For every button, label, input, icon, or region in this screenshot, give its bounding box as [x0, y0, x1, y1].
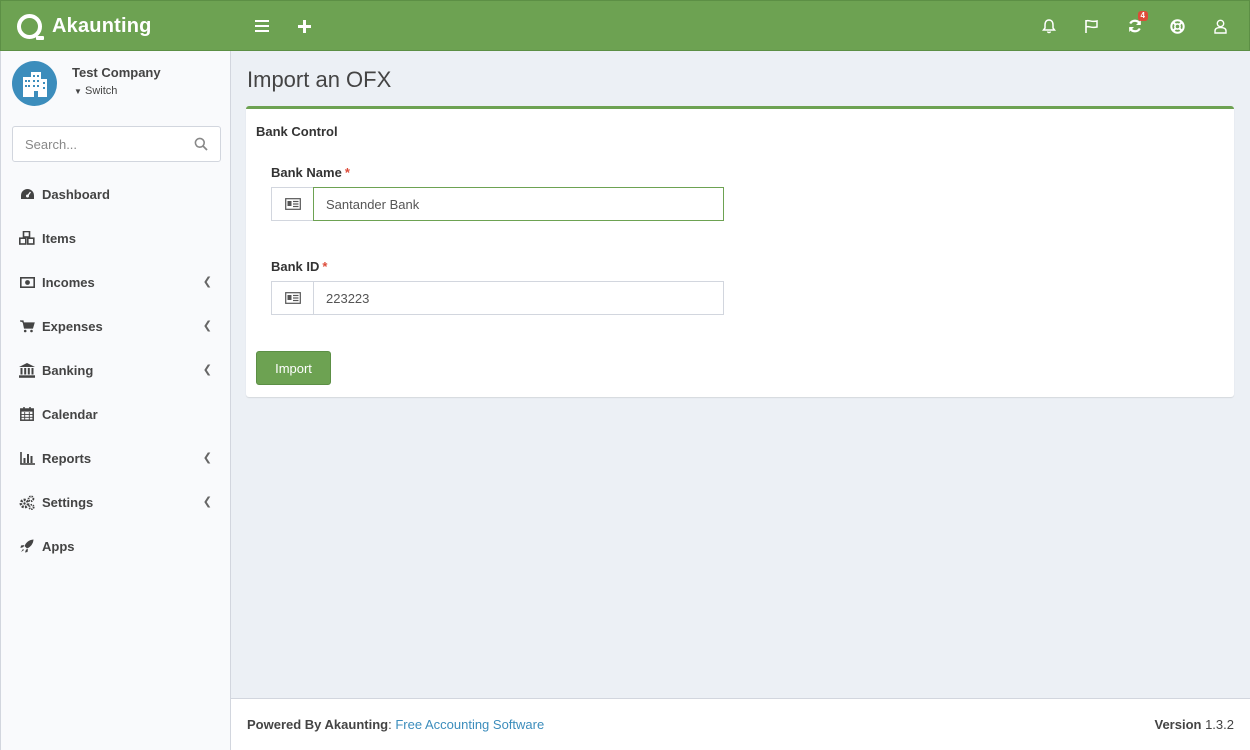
user-icon — [1214, 19, 1227, 34]
switch-label: Switch — [84, 85, 118, 97]
sidebar-item-label: Expenses — [42, 318, 103, 334]
footer-version: Version 1.3.2 — [1154, 717, 1234, 732]
sidebar-item-label: Calendar — [42, 406, 98, 422]
company-switch-link[interactable]: ▼ Switch — [74, 85, 161, 97]
company-avatar — [12, 61, 57, 106]
bank-name-input[interactable] — [313, 187, 724, 221]
sidebar-item-incomes[interactable]: Incomes ❮ — [1, 260, 230, 304]
bank-name-label: Bank Name * — [271, 165, 724, 180]
life-ring-icon — [1170, 18, 1185, 34]
bank-name-group: Bank Name * — [271, 165, 724, 221]
akaunting-logo-icon — [17, 13, 42, 39]
id-card-icon — [271, 281, 313, 315]
sidebar-item-label: Incomes — [42, 274, 95, 290]
bank-id-input[interactable] — [313, 281, 724, 315]
refresh-icon — [1128, 19, 1141, 33]
sidebar-item-label: Settings — [42, 494, 94, 510]
chevron-left-icon: ❮ — [202, 364, 212, 376]
bar-chart-icon — [19, 450, 35, 466]
sidebar-search — [12, 126, 221, 162]
bank-id-label-text: Bank ID — [271, 259, 320, 274]
dashboard-icon — [19, 186, 35, 202]
content-wrapper: Import an OFX Bank Control Bank Name* Ba… — [231, 51, 1250, 698]
id-card-icon — [271, 187, 313, 221]
bank-name-label-text: Bank Name — [271, 165, 342, 180]
chevron-left-icon: ❮ — [202, 452, 212, 464]
bell-icon — [1041, 18, 1056, 33]
sidebar-menu: Dashboard Items Incomes ❮ Expenses ❮ Ban… — [1, 172, 230, 568]
chevron-left-icon: ❮ — [202, 320, 212, 332]
caret-down-icon: ▼ — [74, 87, 82, 96]
plus-icon — [297, 19, 311, 33]
building-icon — [22, 71, 47, 97]
sidebar-item-dashboard[interactable]: Dashboard — [1, 172, 230, 216]
sidebar-item-reports[interactable]: Reports ❮ — [1, 436, 230, 480]
add-new-button[interactable] — [283, 1, 325, 51]
version-number: 1.3.2 — [1205, 717, 1234, 732]
sidebar-item-label: Reports — [42, 450, 92, 466]
sidebar-item-label: Items — [42, 230, 76, 246]
gears-icon — [19, 494, 35, 510]
company-name: Test Company — [72, 65, 161, 80]
sidebar-item-settings[interactable]: Settings ❮ — [1, 480, 230, 524]
required-marker: * — [344, 165, 350, 180]
updates-badge: 4 — [1137, 11, 1148, 21]
free-accounting-software-link[interactable]: Free Accounting Software — [395, 717, 544, 732]
search-icon[interactable] — [194, 137, 208, 154]
updates-button[interactable]: 4 — [1113, 1, 1156, 51]
footer: Powered By Akaunting: Free Accounting So… — [231, 698, 1250, 750]
sidebar-item-items[interactable]: Items — [1, 216, 230, 260]
sidebar-item-expenses[interactable]: Expenses ❮ — [1, 304, 230, 348]
cubes-icon — [19, 230, 35, 246]
import-button[interactable]: Import — [256, 351, 331, 385]
shopping-cart-icon — [19, 318, 35, 334]
sidebar-toggle-button[interactable] — [241, 1, 283, 51]
sidebar-item-apps[interactable]: Apps — [1, 524, 230, 568]
user-menu-button[interactable] — [1199, 1, 1242, 51]
bank-id-label: Bank ID * — [271, 259, 724, 274]
menu-icon — [255, 20, 269, 32]
sidebar-item-label: Banking — [42, 362, 94, 378]
company-panel: Test Company ▼ Switch — [12, 61, 161, 106]
bank-id-group: Bank ID * — [271, 259, 724, 315]
flag-icon — [1085, 19, 1098, 33]
version-label: Version — [1154, 717, 1202, 732]
box-title: Bank Control — [256, 124, 338, 139]
sidebar-item-calendar[interactable]: Calendar — [1, 392, 230, 436]
required-marker: * — [322, 259, 328, 274]
university-icon — [19, 362, 35, 378]
chevron-left-icon: ❮ — [202, 496, 212, 508]
powered-by-text: Powered By Akaunting — [247, 717, 389, 732]
bank-control-box: Bank Control Bank Name* Bank ID* — [246, 106, 1234, 397]
chevron-left-icon: ❮ — [202, 276, 212, 288]
logo[interactable]: Akaunting — [1, 1, 231, 51]
sidebar-item-label: Dashboard — [42, 186, 110, 202]
brand-name: Akaunting — [52, 14, 152, 37]
calendar-icon — [19, 406, 35, 422]
sidebar: Test Company ▼ Switch Dashboard Items — [0, 51, 231, 750]
page-title: Import an OFX — [247, 67, 392, 92]
flag-button[interactable] — [1070, 1, 1113, 51]
money-icon — [19, 274, 35, 290]
help-button[interactable] — [1156, 1, 1199, 51]
sidebar-item-banking[interactable]: Banking ❮ — [1, 348, 230, 392]
search-input[interactable] — [13, 127, 173, 161]
sidebar-item-label: Apps — [42, 538, 75, 554]
rocket-icon — [19, 538, 35, 554]
footer-credits: Powered By Akaunting: Free Accounting So… — [247, 717, 544, 732]
notifications-button[interactable] — [1027, 1, 1070, 51]
top-navbar: Akaunting 4 — [0, 0, 1250, 51]
